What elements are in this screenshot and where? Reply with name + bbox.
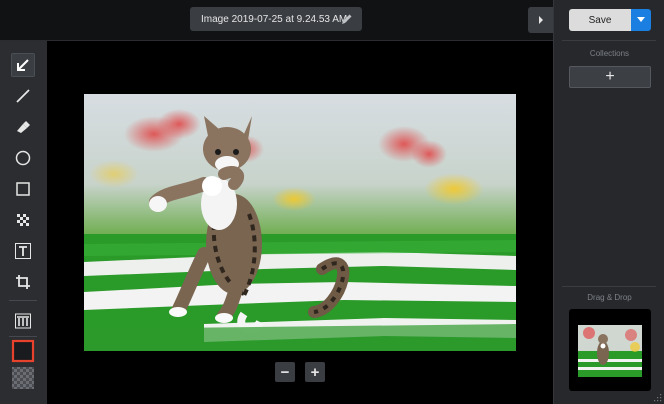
document-title: Image 2019-07-25 at 9.24.53 AM [201,13,348,25]
arrow-icon [17,59,29,71]
fill-color-swatch[interactable] [11,366,35,390]
pencil-icon[interactable] [340,12,354,26]
text-icon [15,243,31,259]
line-icon [16,89,30,103]
drag-drop-thumbnail[interactable] [569,309,651,391]
chevron-right-icon [538,16,543,24]
resize-grip-icon[interactable] [653,393,662,402]
document-title-field[interactable]: Image 2019-07-25 at 9.24.53 AM [190,7,362,31]
collections-label: Collections [589,49,630,58]
add-collection-label: + [605,68,615,85]
pixelate-icon [17,214,29,226]
toolbar-divider [9,336,37,337]
right-panel: Save Collections + Drag & Drop [553,0,664,404]
tool-palette [0,41,47,404]
panel-divider [562,286,656,287]
crop-icon [16,275,30,289]
zoom-in-label: + [310,363,320,381]
drag-drop-label: Drag & Drop [587,293,632,302]
transparent-fill-icon [12,367,34,389]
highlighter-tool[interactable] [11,115,35,139]
save-options-button[interactable] [631,9,651,31]
toolbar-divider [9,300,37,301]
line-tool[interactable] [11,84,35,108]
ellipse-icon [15,150,31,166]
stroke-color-icon [11,339,35,363]
pixelate-tool[interactable] [11,208,35,232]
zoom-in-button[interactable]: + [305,362,325,382]
stroke-color-swatch[interactable] [11,339,35,363]
toggle-panel-button[interactable] [528,7,553,33]
image-thumbnail [578,325,642,377]
save-button[interactable]: Save [569,9,631,31]
step-icon [15,313,31,329]
caret-down-icon [637,17,645,22]
ellipse-tool[interactable] [11,146,35,170]
rectangle-tool[interactable] [11,177,35,201]
edited-image[interactable] [84,94,516,351]
highlighter-icon [17,121,30,133]
cat-photo-image [84,94,516,351]
text-tool[interactable] [11,239,35,263]
add-collection-button[interactable]: + [569,66,651,88]
step-tool[interactable] [11,309,35,333]
arrow-tool[interactable] [11,53,35,77]
zoom-out-label: − [280,363,290,381]
panel-divider [562,40,656,41]
save-label: Save [588,14,612,26]
rectangle-icon [16,182,30,196]
zoom-out-button[interactable]: − [275,362,295,382]
top-bar: Image 2019-07-25 at 9.24.53 AM [0,0,553,41]
crop-tool[interactable] [11,270,35,294]
